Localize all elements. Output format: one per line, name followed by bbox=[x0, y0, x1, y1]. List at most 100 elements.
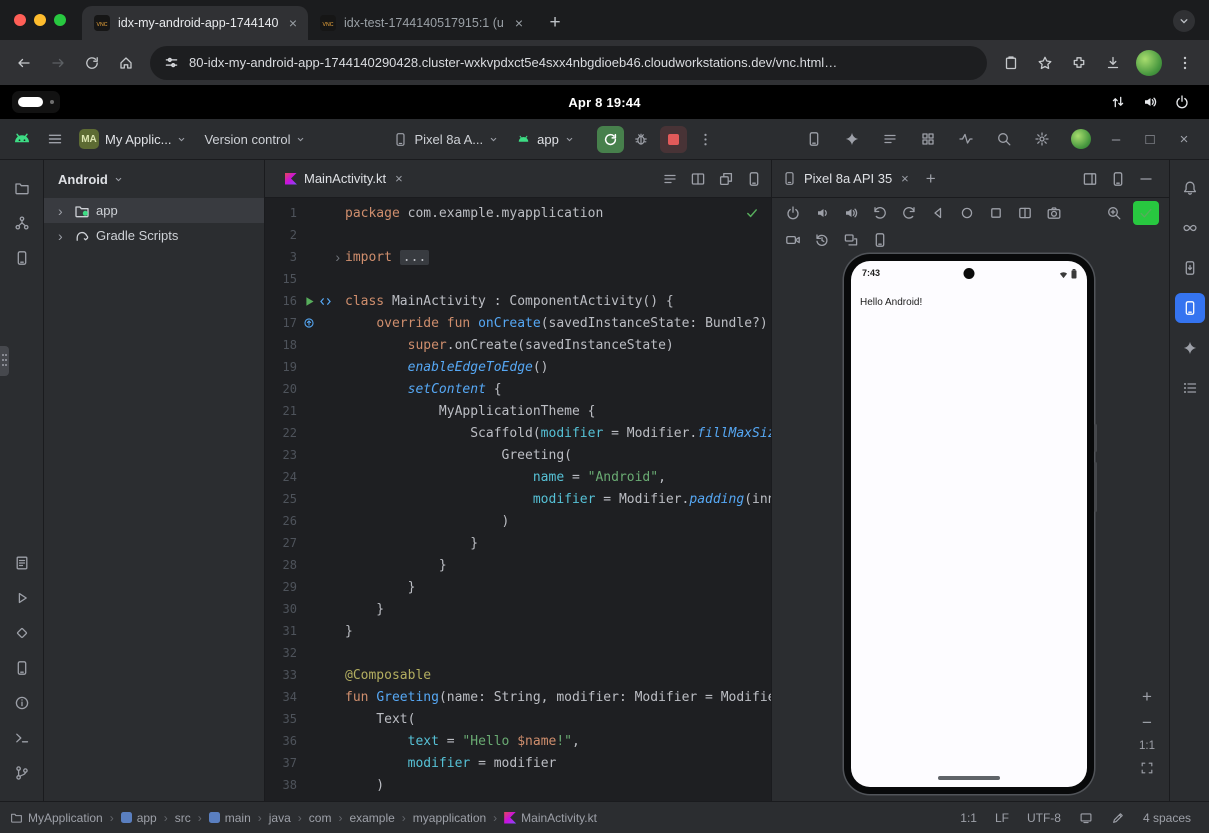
close-editor-tab-icon[interactable]: × bbox=[393, 171, 405, 186]
more-v-button[interactable] bbox=[1105, 166, 1131, 192]
code-text[interactable]: } bbox=[345, 602, 384, 617]
editor-tab-mainactivity[interactable]: MainActivity.kt × bbox=[275, 160, 415, 197]
structure-button[interactable] bbox=[1175, 373, 1205, 403]
power-button[interactable] bbox=[1169, 89, 1195, 115]
code-text[interactable]: } bbox=[345, 536, 478, 551]
breadcrumb-item[interactable]: main bbox=[209, 811, 251, 825]
code-text[interactable]: Text( bbox=[345, 712, 415, 727]
emulator-screen[interactable]: 7:43 Hello Android! bbox=[851, 261, 1087, 787]
project-view-selector[interactable]: Android bbox=[44, 160, 264, 198]
code-text[interactable]: text = "Hello $name!", bbox=[345, 734, 580, 749]
breadcrumb-item[interactable]: MainActivity.kt bbox=[504, 811, 597, 825]
code-text[interactable]: modifier = modifier bbox=[345, 756, 556, 771]
reload-button[interactable] bbox=[76, 47, 108, 79]
rotate-cw-button[interactable] bbox=[896, 201, 922, 225]
code-text[interactable]: modifier = Modifier.padding(innerPadding… bbox=[345, 492, 771, 507]
hide-button[interactable] bbox=[1133, 166, 1159, 192]
nav-back-button[interactable] bbox=[925, 201, 951, 225]
build-variants-button[interactable] bbox=[877, 126, 903, 152]
device-selector[interactable]: Pixel 8a A... bbox=[386, 128, 505, 151]
running-devices-button[interactable] bbox=[1175, 293, 1205, 323]
breadcrumb-item[interactable]: com bbox=[309, 811, 332, 825]
zoom-in-button[interactable]: + bbox=[1142, 688, 1152, 705]
browser-tab[interactable]: VNCidx-my-android-app-1744140× bbox=[82, 6, 308, 40]
run-configuration[interactable]: app bbox=[509, 128, 581, 151]
toolbar-more-button[interactable] bbox=[693, 126, 719, 152]
profiler-button[interactable] bbox=[1175, 213, 1205, 243]
code-text[interactable]: } bbox=[345, 624, 353, 639]
status-lf[interactable]: LF bbox=[995, 811, 1009, 825]
gemini-button[interactable] bbox=[839, 126, 865, 152]
browser-tab[interactable]: VNCidx-test-1744140517915:1 (us× bbox=[308, 6, 534, 40]
project-selector[interactable]: MA My Applic... bbox=[72, 125, 193, 153]
window-minimize-button[interactable]: – bbox=[1101, 124, 1131, 154]
app-inspection-button[interactable] bbox=[915, 126, 941, 152]
code-text[interactable]: setContent { bbox=[345, 382, 502, 397]
project-button[interactable] bbox=[7, 173, 37, 203]
vnc-control-handle[interactable] bbox=[12, 91, 60, 113]
settings-button[interactable] bbox=[1029, 126, 1055, 152]
zoom-fit-button[interactable] bbox=[1140, 761, 1154, 775]
logcat-button[interactable] bbox=[7, 548, 37, 578]
new-tab-button[interactable]: + bbox=[540, 8, 570, 38]
emulator-phone-frame[interactable]: 7:43 Hello Android! bbox=[844, 254, 1094, 794]
network-button[interactable] bbox=[1105, 89, 1131, 115]
add-device-tab-button[interactable]: + bbox=[918, 166, 944, 192]
displays-button[interactable] bbox=[838, 228, 864, 252]
zoom-mode-button[interactable] bbox=[1101, 201, 1127, 225]
close-tab-icon[interactable]: × bbox=[512, 15, 526, 31]
extensions-button[interactable] bbox=[1063, 47, 1095, 79]
stop-button[interactable] bbox=[660, 126, 687, 153]
commit-button[interactable] bbox=[7, 208, 37, 238]
code-text[interactable]: MyApplicationTheme { bbox=[345, 404, 595, 419]
rerun-button[interactable] bbox=[597, 126, 624, 153]
power-button[interactable] bbox=[780, 201, 806, 225]
macos-minimize-button[interactable] bbox=[34, 14, 46, 26]
override-gutter-icon[interactable] bbox=[303, 317, 315, 329]
code-text[interactable]: @Composable bbox=[345, 668, 431, 683]
code-text[interactable]: package com.example.myapplication bbox=[345, 206, 603, 221]
menu-v-button[interactable] bbox=[1169, 47, 1201, 79]
chevron-right-icon[interactable]: › bbox=[58, 204, 68, 218]
device-tab-title[interactable]: Pixel 8a API 35 bbox=[804, 171, 892, 186]
debug-button[interactable] bbox=[628, 126, 654, 152]
screen-button[interactable] bbox=[1079, 811, 1093, 825]
tool-window-handle[interactable] bbox=[0, 346, 9, 376]
clipboard-button[interactable] bbox=[995, 47, 1027, 79]
device-manager-button[interactable] bbox=[801, 126, 827, 152]
build-button[interactable] bbox=[7, 618, 37, 648]
notifications-button[interactable] bbox=[1175, 173, 1205, 203]
breadcrumb-item[interactable]: src bbox=[175, 811, 191, 825]
window-maximize-button[interactable]: □ bbox=[1135, 124, 1165, 154]
tree-item-gradle-scripts[interactable]: ›Gradle Scripts bbox=[44, 223, 264, 248]
vol-up-button[interactable] bbox=[838, 201, 864, 225]
address-bar[interactable]: 80-idx-my-android-app-1744140290428.clus… bbox=[150, 46, 987, 80]
macos-fullscreen-button[interactable] bbox=[54, 14, 66, 26]
profile-avatar[interactable] bbox=[1136, 50, 1162, 76]
breadcrumb-item[interactable]: example bbox=[349, 811, 394, 825]
run-gutter-icon[interactable] bbox=[303, 295, 316, 308]
video-button[interactable] bbox=[780, 228, 806, 252]
code-text[interactable]: Greeting( bbox=[345, 448, 572, 463]
nav-home-button[interactable] bbox=[954, 201, 980, 225]
tree-item-app[interactable]: ›app bbox=[44, 198, 264, 223]
inspection-ok-icon[interactable] bbox=[745, 206, 759, 220]
code-text[interactable]: ) bbox=[345, 514, 509, 529]
site-settings-icon[interactable] bbox=[164, 55, 179, 70]
more-v-button[interactable] bbox=[741, 166, 767, 192]
fold-icon[interactable]: › bbox=[335, 250, 340, 264]
layout-button[interactable] bbox=[1077, 166, 1103, 192]
code-text[interactable]: ) bbox=[345, 778, 384, 793]
vol-down-button[interactable] bbox=[809, 201, 835, 225]
breadcrumb-item[interactable]: app bbox=[121, 811, 157, 825]
status-utf-8[interactable]: UTF-8 bbox=[1027, 811, 1061, 825]
download-button[interactable] bbox=[1097, 47, 1129, 79]
float-button[interactable] bbox=[713, 166, 739, 192]
zoom-scale-label[interactable]: 1:1 bbox=[1139, 740, 1155, 752]
status-1-1[interactable]: 1:1 bbox=[960, 811, 977, 825]
problems-button[interactable] bbox=[7, 688, 37, 718]
close-device-tab-icon[interactable]: × bbox=[899, 171, 911, 186]
snapshot-button[interactable] bbox=[809, 228, 835, 252]
rotate-ccw-button[interactable] bbox=[867, 201, 893, 225]
status-4-spaces[interactable]: 4 spaces bbox=[1143, 811, 1191, 825]
